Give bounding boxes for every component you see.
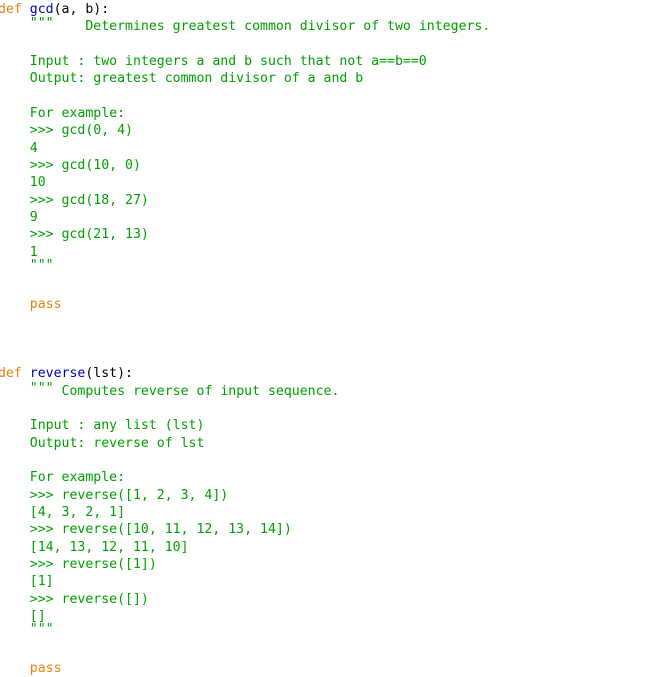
token-keyword: pass: [29, 661, 62, 677]
token-docstring: Output: reverse of lst: [0, 435, 205, 451]
token-punct: [0, 384, 30, 399]
token-docstring: >>> reverse([1, 2, 3, 4]): [0, 487, 229, 503]
token-docstring: For example:: [0, 106, 126, 122]
token-quote-open: """: [29, 16, 54, 32]
def-reverse-signature: def reverse(lst):: [0, 365, 651, 382]
token-docstring: Output: greatest common divisor of a and…: [0, 71, 364, 87]
token-docstring: Input : two integers a and b such that n…: [0, 54, 427, 70]
token-docstring: >>> gcd(10, 0): [0, 158, 141, 174]
token-docstring: Computes reverse of input sequence.: [53, 383, 340, 399]
token-punct: [0, 626, 30, 641]
token-docstring: 4: [0, 140, 38, 156]
gcd-doc-for-example: For example:: [0, 105, 651, 122]
gcd-doctest-result-2: 10: [0, 174, 651, 191]
token-docstring: [1]: [0, 574, 54, 590]
token-docstring: 9: [0, 210, 38, 226]
token-docstring: >>> reverse([1]): [0, 557, 157, 572]
gcd-doctest-call-4: >>> gcd(21, 13): [0, 226, 651, 243]
reverse-doctest-result-2: [14, 13, 12, 11, 10]: [0, 539, 651, 556]
gcd-doctest-call-3: >>> gcd(18, 27): [0, 192, 651, 209]
token-docstring: Input : any list (lst): [0, 418, 205, 434]
token-punct: (lst):: [85, 366, 133, 382]
token-docstring: >>> gcd(21, 13): [0, 227, 149, 243]
gcd-doctest-result-1: 4: [0, 140, 651, 157]
gcd-doc-output: Output: greatest common divisor of a and…: [0, 70, 651, 87]
reverse-docstring-open: """ Computes reverse of input sequence.: [0, 380, 651, 400]
token-docstring: >>> reverse([10, 11, 12, 13, 14]): [0, 522, 292, 538]
reverse-doctest-call-4: >>> reverse([]): [0, 591, 651, 608]
gcd-doctest-result-3: 9: [0, 209, 651, 226]
reverse-docstring-close: """: [0, 622, 651, 642]
code-editor-view[interactable]: def gcd(a, b): """ Determines greatest c…: [0, 0, 651, 676]
token-punct: [0, 661, 30, 676]
gcd-doc-input: Input : two integers a and b such that n…: [0, 53, 651, 70]
token-quote-close: """: [29, 622, 54, 638]
token-punct: [0, 262, 30, 277]
token-quote-open: """: [29, 380, 54, 396]
token-docstring: Determines greatest common divisor of tw…: [53, 19, 491, 35]
gcd-docstring-close: """: [0, 258, 651, 278]
token-keyword: def: [0, 2, 30, 17]
reverse-doctest-call-1: >>> reverse([1, 2, 3, 4]): [0, 487, 651, 504]
token-docstring: For example:: [0, 470, 126, 486]
token-keyword: pass: [29, 296, 62, 312]
reverse-pass-statement: pass: [0, 660, 651, 677]
reverse-doc-for-example: For example:: [0, 469, 651, 486]
reverse-doctest-call-2: >>> reverse([10, 11, 12, 13, 14]): [0, 521, 651, 538]
def-gcd-signature: def gcd(a, b):: [0, 1, 651, 18]
gcd-pass-statement: pass: [0, 296, 651, 313]
reverse-doc-output: Output: reverse of lst: [0, 435, 651, 452]
token-punct: (a, b):: [53, 2, 110, 17]
reverse-doctest-result-4: []: [0, 608, 651, 625]
gcd-doctest-call-1: >>> gcd(0, 4): [0, 122, 651, 139]
token-docstring: >>> reverse([]): [0, 591, 149, 607]
reverse-doc-input: Input : any list (lst): [0, 417, 651, 434]
token-docstring: 10: [0, 175, 46, 191]
gcd-doctest-call-2: >>> gcd(10, 0): [0, 157, 651, 174]
token-docstring: [4, 3, 2, 1]: [0, 504, 126, 520]
token-docstring: >>> gcd(18, 27): [0, 192, 149, 208]
token-quote-close: """: [29, 258, 54, 274]
token-keyword: def: [0, 366, 30, 382]
token-docstring: >>> gcd(0, 4): [0, 123, 133, 139]
reverse-doctest-call-3: >>> reverse([1]): [0, 556, 651, 573]
token-punct: [0, 297, 30, 312]
gcd-docstring-open: """ Determines greatest common divisor o…: [0, 16, 651, 35]
reverse-doctest-result-1: [4, 3, 2, 1]: [0, 504, 651, 521]
token-docstring: [14, 13, 12, 11, 10]: [0, 539, 189, 555]
gcd-doctest-result-4: 1: [0, 244, 651, 261]
reverse-doctest-result-3: [1]: [0, 573, 651, 590]
token-punct: [0, 19, 30, 34]
